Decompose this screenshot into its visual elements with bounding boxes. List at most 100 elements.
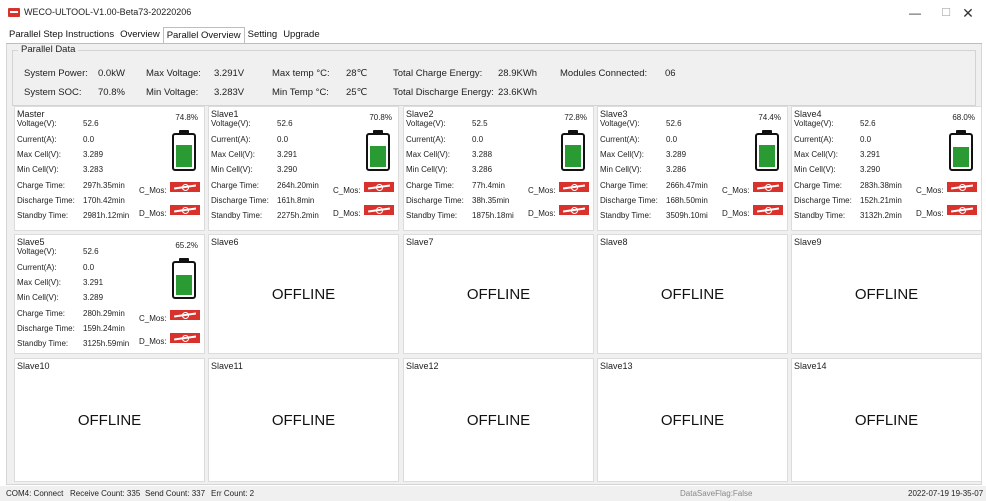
soc-percent: 74.8%: [175, 113, 198, 122]
d-mos-switch-icon[interactable]: [559, 205, 589, 215]
close-button[interactable]: ✕: [948, 3, 986, 23]
charge-time-value: 77h.4min: [472, 181, 505, 190]
min-voltage-value: 3.283V: [214, 87, 245, 98]
tab-upgrade[interactable]: Upgrade: [280, 27, 322, 43]
status-port: COM4: Connect: [6, 489, 64, 498]
module-card: Slave1 Voltage(V): 52.6 Current(A): 0.0 Max C…: [208, 106, 399, 231]
min-cell-row: Min Cell(V): 3.290: [794, 165, 880, 174]
c-mos-switch-icon[interactable]: [753, 182, 783, 192]
max-cell-row: Max Cell(V): 3.288: [406, 150, 492, 159]
charge-time-label: Charge Time:: [17, 181, 66, 190]
offline-label: OFFLINE: [660, 412, 725, 429]
min-temp-value: 25℃: [346, 87, 368, 98]
offline-label: OFFLINE: [854, 286, 919, 303]
standby-time-label: Standby Time:: [17, 339, 69, 348]
tab-overview[interactable]: Overview: [117, 27, 163, 43]
max-cell-value: 3.288: [472, 150, 493, 159]
standby-time-value: 2981h.12min: [83, 211, 130, 220]
discharge-time-value: 170h.42min: [83, 196, 125, 205]
voltage-row: Voltage(V): 52.6: [17, 247, 99, 256]
charge-time-value: 283h.38min: [860, 181, 902, 190]
min-cell-row: Min Cell(V): 3.286: [406, 165, 492, 174]
max-temp-label: Max temp °C:: [272, 68, 330, 79]
module-card: Slave5 Voltage(V): 52.6 Current(A): 0.0 Max C…: [14, 234, 205, 354]
offline-label: OFFLINE: [466, 412, 531, 429]
system-power-value: 0.0kW: [98, 68, 125, 79]
voltage-value: 52.6: [83, 119, 99, 128]
current-row: Current(A): 0.0: [211, 135, 288, 144]
max-cell-label: Max Cell(V):: [794, 150, 839, 159]
min-cell-label: Min Cell(V):: [17, 293, 59, 302]
module-name: Slave3: [600, 109, 628, 119]
voltage-value: 52.5: [472, 119, 488, 128]
min-cell-value: 3.286: [472, 165, 493, 174]
standby-time-value: 3125h.59min: [83, 339, 130, 348]
battery-icon: [172, 258, 196, 299]
modules-connected-value: 06: [665, 68, 676, 79]
discharge-time-row: Discharge Time: 168h.50min: [600, 196, 708, 205]
status-datetime: 2022-07-19 19-35-07: [908, 489, 984, 498]
discharge-time-label: Discharge Time:: [211, 196, 269, 205]
module-name: Slave14: [794, 361, 827, 371]
battery-icon: [366, 130, 390, 171]
c-mos-switch-icon[interactable]: [947, 182, 977, 192]
standby-time-value: 3509h.10mi: [666, 211, 708, 220]
d-mos-switch-icon[interactable]: [947, 205, 977, 215]
battery-level: [176, 145, 192, 167]
module-name: Slave1: [211, 109, 239, 119]
d-mos-switch-icon[interactable]: [170, 205, 200, 215]
voltage-label: Voltage(V):: [794, 119, 834, 128]
voltage-label: Voltage(V):: [17, 247, 57, 256]
charge-time-label: Charge Time:: [600, 181, 649, 190]
c-mos-switch-icon[interactable]: [170, 310, 200, 320]
max-cell-row: Max Cell(V): 3.289: [600, 150, 686, 159]
c-mos-label: C_Mos:: [916, 186, 944, 195]
charge-time-label: Charge Time:: [17, 309, 66, 318]
discharge-time-value: 38h.35min: [472, 196, 510, 205]
current-row: Current(A): 0.0: [406, 135, 483, 144]
min-cell-label: Min Cell(V):: [406, 165, 448, 174]
max-cell-value: 3.289: [83, 150, 104, 159]
discharge-time-label: Discharge Time:: [17, 324, 75, 333]
d-mos-switch-icon[interactable]: [364, 205, 394, 215]
max-cell-label: Max Cell(V):: [211, 150, 256, 159]
module-card: Master Voltage(V): 52.6 Current(A): 0.0 Max C…: [14, 106, 205, 231]
max-cell-label: Max Cell(V):: [600, 150, 645, 159]
c-mos-label: C_Mos:: [528, 186, 556, 195]
module-card: Slave6 OFFLINE: [208, 234, 399, 354]
c-mos-switch-icon[interactable]: [364, 182, 394, 192]
module-card: Slave13 OFFLINE: [597, 358, 788, 482]
charge-time-value: 264h.20min: [277, 181, 319, 190]
min-cell-row: Min Cell(V): 3.290: [211, 165, 297, 174]
tab-parallel-overview[interactable]: Parallel Overview: [162, 27, 245, 44]
module-name: Slave10: [17, 361, 50, 371]
discharge-time-row: Discharge Time: 38h.35min: [406, 196, 509, 205]
soc-percent: 70.8%: [369, 113, 392, 122]
module-card: Slave8 OFFLINE: [597, 234, 788, 354]
standby-time-value: 2275h.2min: [277, 211, 319, 220]
d-mos-switch-icon[interactable]: [170, 333, 200, 343]
discharge-time-value: 152h.21min: [860, 196, 902, 205]
battery-level: [370, 146, 386, 167]
soc-percent: 65.2%: [175, 241, 198, 250]
discharge-time-value: 161h.8min: [277, 196, 315, 205]
voltage-row: Voltage(V): 52.6: [600, 119, 682, 128]
standby-time-row: Standby Time: 3125h.59min: [17, 339, 129, 348]
tab-setting[interactable]: Setting: [245, 27, 281, 43]
min-cell-label: Min Cell(V):: [17, 165, 59, 174]
status-bar: COM4: Connect Receive Count: 335 Send Co…: [0, 486, 986, 501]
c-mos-switch-icon[interactable]: [170, 182, 200, 192]
tab-parallel-step-instructions[interactable]: Parallel Step Instructions: [6, 27, 117, 43]
title-bar: WECO-ULTOOL-V1.00-Beta73-20220206 — ☐ ✕: [0, 0, 986, 26]
charge-time-label: Charge Time:: [406, 181, 455, 190]
c-mos-switch-icon[interactable]: [559, 182, 589, 192]
module-name: Slave4: [794, 109, 822, 119]
d-mos-switch-icon[interactable]: [753, 205, 783, 215]
soc-percent: 68.0%: [952, 113, 975, 122]
voltage-value: 52.6: [666, 119, 682, 128]
voltage-row: Voltage(V): 52.5: [406, 119, 488, 128]
system-soc-label: System SOC:: [24, 87, 82, 98]
weco-logo-icon: [8, 8, 20, 17]
max-voltage-value: 3.291V: [214, 68, 245, 79]
module-name: Slave2: [406, 109, 434, 119]
